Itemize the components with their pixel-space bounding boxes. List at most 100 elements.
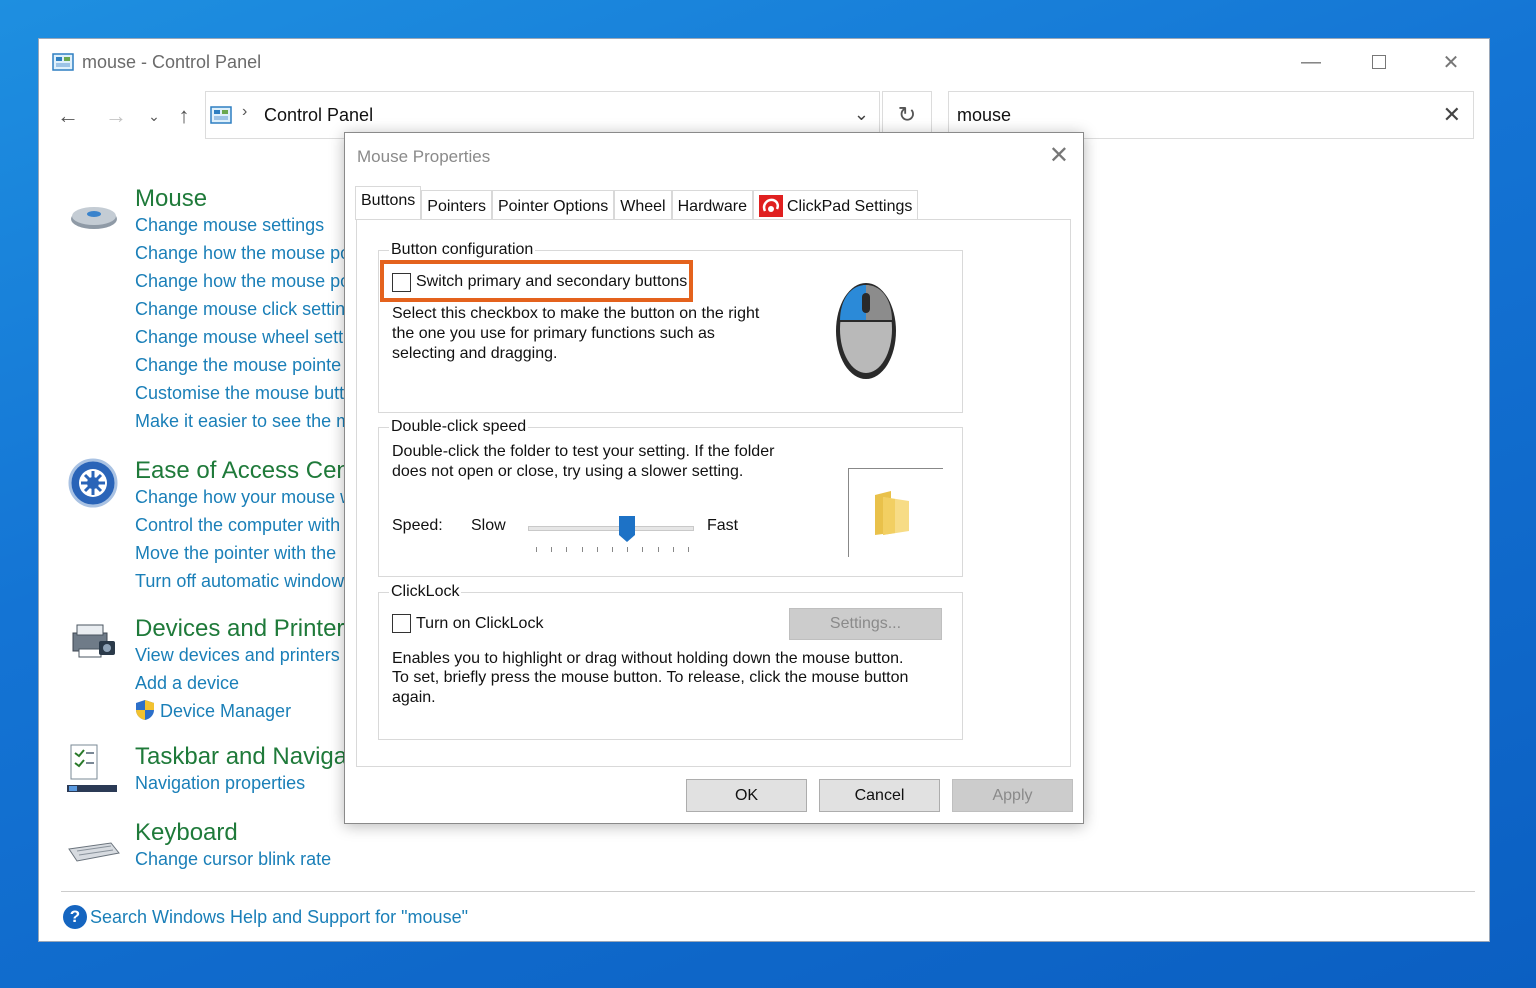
address-dropdown-icon[interactable]: ⌄ [854,104,869,125]
clickpad-icon [759,195,783,217]
section-title[interactable]: Keyboard [135,819,238,847]
slider-tick [642,547,643,552]
cancel-button[interactable]: Cancel [819,779,940,812]
section-title[interactable]: Mouse [135,185,207,213]
link[interactable]: Change mouse wheel setti [135,327,347,348]
group-label: ClickLock [389,583,461,601]
group-label: Double-click speed [389,418,528,436]
fast-label: Fast [707,516,738,536]
button-configuration-group: Button configuration Switch primary and … [378,250,963,413]
up-arrow-icon: ↑ [179,103,190,129]
slider-tick [688,547,689,552]
double-click-speed-group: Double-click speed Double-click the fold… [378,427,963,577]
ease-of-access-icon [67,457,121,511]
link[interactable]: Control the computer with [135,515,340,536]
back-arrow-icon: ← [57,103,79,129]
slider-tick [612,547,613,552]
slider-tick [597,547,598,552]
minimize-button[interactable]: — [1291,47,1331,77]
slider-tick [582,547,583,552]
link[interactable]: Change how the mouse po [135,243,350,264]
title-bar: mouse - Control Panel — ✕ [39,39,1489,85]
tab-strip: Buttons Pointers Pointer Options Wheel H… [355,190,918,220]
tab-label: Wheel [620,198,665,216]
breadcrumb-control-panel[interactable]: Control Panel [264,105,373,126]
mouse-icon [67,189,121,243]
link[interactable]: Change how your mouse w [135,487,353,508]
help-link[interactable]: ? Search Windows Help and Support for "m… [63,905,468,929]
section-title[interactable]: Taskbar and Naviga [135,743,347,771]
button-label: Apply [992,787,1032,805]
slider-tick [627,547,628,552]
maximize-icon [1372,55,1386,69]
link[interactable]: Device Manager [160,701,291,722]
buttons-tab-panel: Button configuration Switch primary and … [356,219,1071,767]
tab-pointers[interactable]: Pointers [421,190,492,220]
link[interactable]: Add a device [135,673,239,694]
speed-slider-thumb[interactable] [619,516,635,542]
clicklock-label[interactable]: Turn on ClickLock [416,614,543,634]
group-label: Button configuration [389,241,535,259]
refresh-icon: ↻ [898,102,916,128]
slider-tick [658,547,659,552]
clicklock-checkbox[interactable] [392,614,411,633]
slider-tick [566,547,567,552]
description-line: the one you use for primary functions su… [392,324,715,344]
tab-label: Pointers [427,198,486,216]
maximize-button[interactable] [1359,47,1399,77]
button-label: Cancel [855,787,905,805]
control-panel-icon [210,106,232,124]
link[interactable]: Change the mouse pointe [135,355,341,376]
clear-search-icon[interactable]: ✕ [1443,102,1461,128]
link[interactable]: Change cursor blink rate [135,849,331,870]
ok-button[interactable]: OK [686,779,807,812]
tab-buttons[interactable]: Buttons [355,186,421,220]
control-panel-icon [52,53,74,71]
keyboard-icon [67,819,121,873]
link[interactable]: View devices and printers [135,645,340,666]
link[interactable]: Make it easier to see the m [135,411,351,432]
description-line: does not open or close, try using a slow… [392,462,743,482]
close-button[interactable]: ✕ [1431,47,1471,77]
description-line: Enables you to highlight or drag without… [392,649,903,669]
taskbar-icon [67,743,121,797]
tab-label: ClickPad Settings [787,198,912,216]
forward-button[interactable]: → [103,101,129,131]
link[interactable]: Navigation properties [135,773,305,794]
link[interactable]: Customise the mouse butt [135,383,344,404]
help-link-text[interactable]: Search Windows Help and Support for "mou… [90,907,468,928]
tab-wheel[interactable]: Wheel [614,190,671,220]
mouse-properties-dialog: Mouse Properties ✕ Buttons Pointers Poin… [344,132,1084,824]
description-line: To set, briefly press the mouse button. … [392,668,908,688]
tab-pointer-options[interactable]: Pointer Options [492,190,614,220]
mouse-buttons-icon [831,277,901,381]
link[interactable]: Move the pointer with the [135,543,336,564]
clicklock-group: ClickLock Turn on ClickLock Settings... … [378,592,963,740]
test-folder-area[interactable] [848,468,943,557]
search-input[interactable]: mouse [957,105,1011,126]
speed-label: Speed: [392,516,443,536]
tab-label: Hardware [678,198,747,216]
tab-hardware[interactable]: Hardware [672,190,753,220]
tab-clickpad-settings[interactable]: ClickPad Settings [753,190,918,220]
shield-icon [135,699,155,721]
up-button[interactable]: ↑ [171,101,197,131]
dialog-close-icon[interactable]: ✕ [1049,141,1069,170]
help-icon: ? [63,905,87,929]
section-title[interactable]: Ease of Access Centr [135,457,364,485]
description-line: Double-click the folder to test your set… [392,442,774,462]
section-title[interactable]: Devices and Printers [135,615,356,643]
apply-button[interactable]: Apply [952,779,1073,812]
link[interactable]: Turn off automatic window [135,571,344,592]
link[interactable]: Change mouse settings [135,215,324,236]
speed-slider-track[interactable] [528,526,694,531]
back-button[interactable]: ← [55,101,81,131]
recent-locations-button[interactable]: ⌄ [141,101,167,131]
breadcrumb-separator: › [242,103,247,121]
description-line: selecting and dragging. [392,344,557,364]
link[interactable]: Change how the mouse po [135,271,350,292]
description-line: again. [392,688,436,708]
link[interactable]: Change mouse click settin [135,299,345,320]
button-label: OK [735,787,758,805]
clicklock-settings-button[interactable]: Settings... [789,608,942,640]
